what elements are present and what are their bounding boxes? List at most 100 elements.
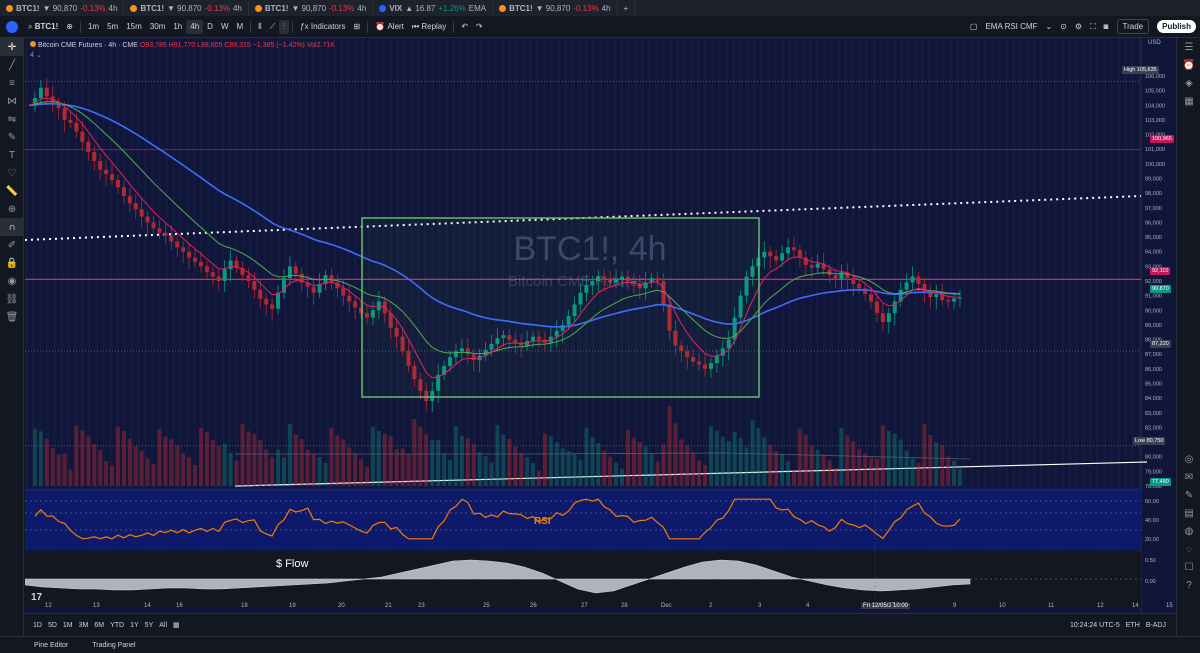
- pattern-icon[interactable]: ⋈: [0, 92, 24, 110]
- tab-2[interactable]: BTC1! ▼ 90,870 -0.13% 4h: [124, 0, 249, 16]
- eye-icon[interactable]: ◉: [0, 272, 24, 290]
- layout-name[interactable]: EMA RSI CMF: [981, 16, 1041, 38]
- watchlist-icon[interactable]: ⊙: [1056, 16, 1071, 38]
- range-5y[interactable]: 5Y: [145, 622, 154, 629]
- volume-bar: [608, 456, 613, 486]
- chart-pane[interactable]: 106,000105,000104,000103,000102,000101,0…: [25, 38, 1176, 613]
- date-label: 25: [483, 603, 490, 609]
- range-ytd[interactable]: YTD: [110, 622, 124, 629]
- redo-icon[interactable]: ↷: [472, 16, 487, 38]
- legend-ohlc: O93,785 H91,770 L88,605 C89,315 −1,385 (…: [139, 42, 335, 49]
- tab-1[interactable]: BTC1! ▼ 90,870 -0.13% 4h: [0, 0, 125, 16]
- notes-icon[interactable]: ✎: [1177, 486, 1200, 504]
- brush-icon[interactable]: ✎: [0, 128, 24, 146]
- fullscreen-icon[interactable]: ⛶: [1086, 16, 1100, 38]
- line-type-icon[interactable]: ⟋: [266, 16, 280, 38]
- volume-bar: [127, 438, 132, 486]
- chat-icon[interactable]: ✉: [1177, 468, 1200, 486]
- range-all[interactable]: All: [159, 622, 167, 629]
- notification-icon[interactable]: ☐: [1177, 558, 1200, 576]
- new-tab-button[interactable]: +: [618, 0, 636, 16]
- volume-bar: [341, 439, 346, 486]
- clock[interactable]: 10:24:24 UTC-5: [1070, 622, 1120, 629]
- ideas-icon[interactable]: ◎: [1177, 450, 1200, 468]
- heart-icon[interactable]: ♡: [0, 164, 24, 182]
- range-1y[interactable]: 1Y: [130, 622, 139, 629]
- calendar-icon[interactable]: ▦: [1177, 92, 1200, 110]
- range-6m[interactable]: 6M: [94, 622, 104, 629]
- range-1d[interactable]: 1D: [33, 622, 42, 629]
- fib-icon[interactable]: ≡: [0, 74, 24, 92]
- trash-icon[interactable]: 🗑: [0, 308, 24, 326]
- adjustment-toggle[interactable]: B-ADJ: [1146, 622, 1166, 629]
- ruler-icon[interactable]: 📏: [0, 182, 24, 200]
- interval-15m[interactable]: 15m: [122, 16, 146, 38]
- tab-3[interactable]: BTC1! ▼ 90,870 -0.13% 4h: [249, 0, 374, 16]
- candle-body: [815, 263, 820, 268]
- tab-4[interactable]: VIX ▲ 16.87 +1.26% EMA: [373, 0, 494, 16]
- templates-icon[interactable]: ⊞: [350, 16, 365, 38]
- crosshair-icon[interactable]: ✛: [0, 38, 24, 56]
- layers-icon[interactable]: ◈: [1177, 74, 1200, 92]
- help-icon[interactable]: ?: [1177, 576, 1200, 594]
- pine-editor-tab[interactable]: Pine Editor: [34, 642, 68, 649]
- logo[interactable]: [0, 16, 24, 38]
- date-label: 13: [93, 603, 100, 609]
- projection-icon[interactable]: ⇋: [0, 110, 24, 128]
- camera-icon[interactable]: ◙: [1100, 16, 1113, 38]
- interval-d[interactable]: D: [203, 16, 217, 38]
- candle-body: [246, 275, 251, 281]
- legend-sub[interactable]: 4 ⌄: [30, 51, 42, 59]
- layout-icon[interactable]: ▢: [966, 16, 982, 38]
- stay-drawing-icon[interactable]: ✐: [0, 236, 24, 254]
- candles-icon[interactable]: ⫶: [279, 19, 290, 34]
- calendar-icon[interactable]: ▦: [173, 621, 180, 629]
- more-icon[interactable]: ⌄: [1041, 16, 1056, 38]
- chart-canvas[interactable]: 106,000105,000104,000103,000102,000101,0…: [25, 38, 1176, 613]
- globe-icon[interactable]: ◍: [1177, 522, 1200, 540]
- session-toggle[interactable]: ETH: [1126, 622, 1140, 629]
- broadcast-icon[interactable]: ◌: [1177, 540, 1200, 558]
- text-icon[interactable]: T: [0, 146, 24, 164]
- rsi-scale-label: 40.00: [1145, 518, 1159, 524]
- candle-body: [869, 294, 874, 302]
- trading-panel-tab[interactable]: Trading Panel: [92, 642, 135, 649]
- time-axis[interactable]: 12 13 14 16 18 19 20 21 23 25 26 27 28 Dec 2 3 4 Fri 12/0…: [25, 600, 1176, 613]
- range-5d[interactable]: 5D: [48, 622, 57, 629]
- interval-w[interactable]: W: [217, 16, 233, 38]
- indicators-button[interactable]: ƒx Indicators: [296, 16, 349, 38]
- trade-button[interactable]: Trade: [1113, 16, 1154, 38]
- lock-icon[interactable]: 🔒: [0, 254, 24, 272]
- volume-bar: [738, 438, 743, 486]
- interval-5m[interactable]: 5m: [103, 16, 122, 38]
- currency-selector[interactable]: USD: [1148, 40, 1161, 46]
- alerts-icon[interactable]: ⏰: [1177, 56, 1200, 74]
- alert-button[interactable]: ⏰ Alert: [371, 16, 408, 38]
- symbol-search[interactable]: ⌕ BTC1!: [24, 16, 62, 38]
- watchlist-icon[interactable]: ☰: [1177, 38, 1200, 56]
- interval-m[interactable]: M: [233, 16, 248, 38]
- publish-button[interactable]: Publish: [1153, 16, 1200, 38]
- gear-icon[interactable]: ⚙: [1071, 16, 1086, 38]
- calc-icon[interactable]: ▤: [1177, 504, 1200, 522]
- replay-button[interactable]: ⏮ Replay: [408, 16, 450, 38]
- range-3m[interactable]: 3M: [79, 622, 89, 629]
- link-icon[interactable]: ⛓: [0, 290, 24, 308]
- bar-type-icon[interactable]: ⫴: [254, 16, 265, 38]
- zoom-icon[interactable]: ⊕: [0, 200, 24, 218]
- add-symbol-button[interactable]: ⊕: [62, 16, 77, 38]
- range-1m[interactable]: 1M: [63, 622, 73, 629]
- interval-4h[interactable]: 4h: [186, 19, 204, 34]
- trendline-icon[interactable]: ╱: [0, 56, 24, 74]
- interval-1m[interactable]: 1m: [84, 16, 103, 38]
- candle-body: [98, 160, 103, 170]
- volume-bar: [228, 453, 233, 486]
- undo-icon[interactable]: ↶: [457, 16, 472, 38]
- magnet-icon[interactable]: ∩: [0, 218, 24, 236]
- candle-body: [216, 276, 221, 281]
- interval-30m[interactable]: 30m: [146, 16, 170, 38]
- volume-bar: [44, 439, 49, 486]
- price-label: 104,000: [1145, 103, 1165, 109]
- interval-1h[interactable]: 1h: [169, 16, 186, 38]
- tab-5[interactable]: BTC1! ▼ 90,870 -0.13% 4h: [493, 0, 618, 16]
